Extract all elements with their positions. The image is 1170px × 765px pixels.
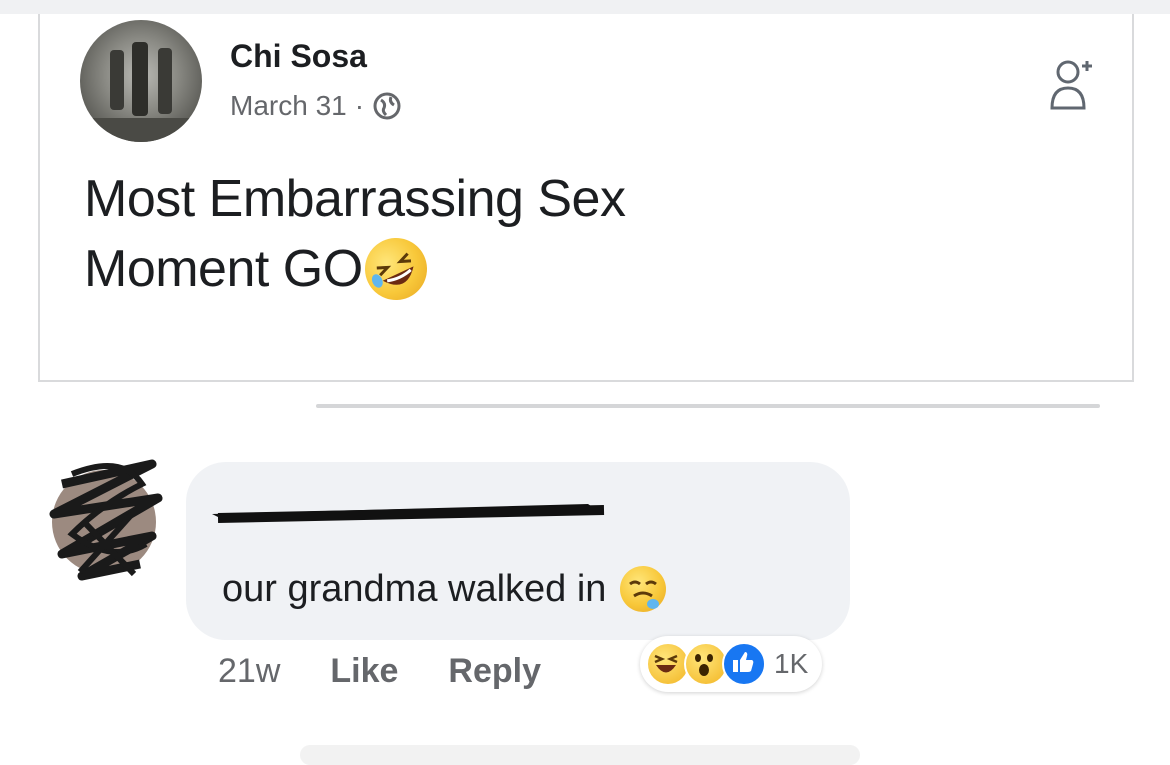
reply-link[interactable]: Reply <box>448 652 541 691</box>
comment-text: our grandma walked in <box>222 567 607 610</box>
redacted-commenter-name <box>212 504 605 523</box>
comment-bubble: our grandma walked in <box>186 462 850 640</box>
post-text: Most Embarrassing Sex Moment GO <box>84 164 984 311</box>
post-card: Chi Sosa March 31 · Most Embarrassing Se… <box>38 14 1134 382</box>
reaction-summary[interactable]: 1K <box>640 636 823 692</box>
crying-laughing-emoji <box>620 566 667 612</box>
add-friend-icon[interactable] <box>1048 52 1094 116</box>
section-divider <box>316 404 1100 408</box>
post-meta: March 31 · <box>230 90 402 122</box>
comment-actions: 21w Like Reply <box>218 652 591 691</box>
rolling-on-floor-laughing-emoji <box>354 227 437 311</box>
reaction-count: 1K <box>774 648 809 679</box>
comment-text-row: our grandma walked in <box>222 566 667 612</box>
post-text-line1: Most Embarrassing Sex <box>84 170 626 228</box>
like-reaction-icon <box>722 642 766 686</box>
meta-separator: · <box>354 90 365 121</box>
top-strip <box>0 0 1170 14</box>
commenter-avatar-scribbled <box>49 459 163 581</box>
post-text-line2: Moment GO <box>84 240 363 298</box>
post-author-name[interactable]: Chi Sosa <box>230 38 367 75</box>
post-date[interactable]: March 31 <box>230 90 347 122</box>
like-link[interactable]: Like <box>330 652 398 691</box>
next-comment-faded <box>300 745 860 765</box>
author-avatar[interactable] <box>80 20 202 142</box>
globe-icon <box>373 92 401 120</box>
post-text-line2-wrap: Moment GO <box>84 227 984 311</box>
comment-time[interactable]: 21w <box>218 652 280 691</box>
